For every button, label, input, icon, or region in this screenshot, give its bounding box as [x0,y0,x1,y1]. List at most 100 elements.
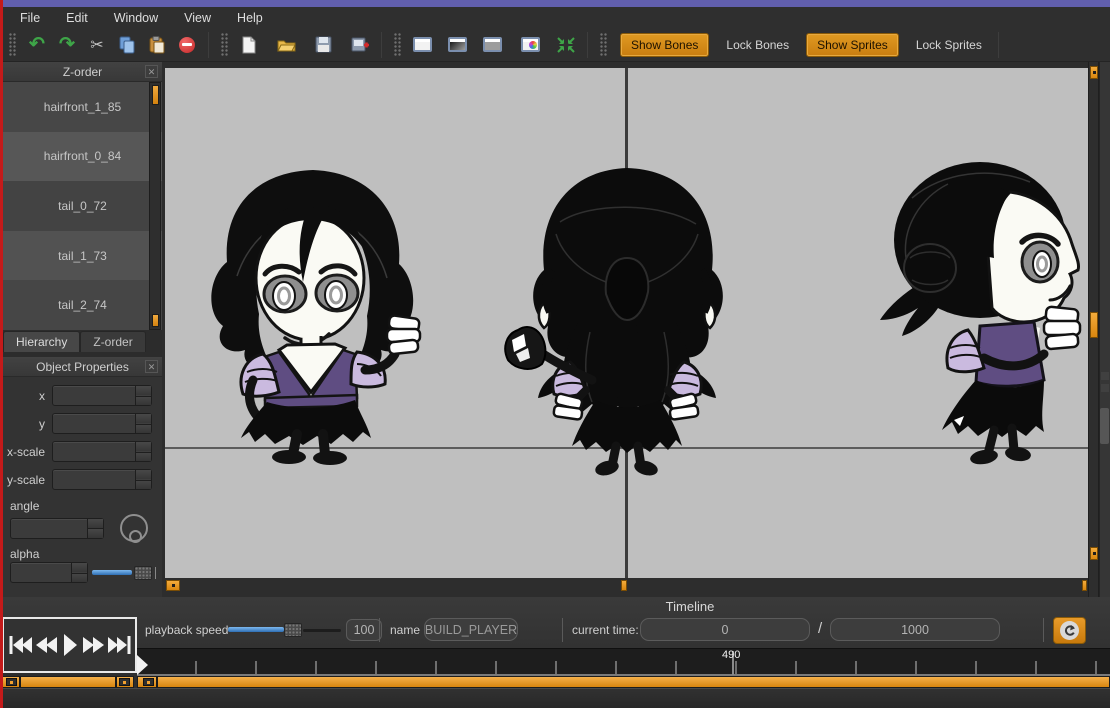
new-file-icon[interactable] [234,32,264,58]
delete-icon[interactable] [172,32,202,58]
right-splitter-strip[interactable] [1099,62,1110,597]
view-window-gray-icon[interactable] [477,32,507,58]
window-title-strip [0,0,1110,7]
zorder-item[interactable]: tail_1_73 [3,231,162,281]
angle-dial[interactable] [120,514,148,542]
canvas-hscroll-center-marker[interactable] [621,580,627,591]
y-scale-input[interactable] [52,469,152,490]
y-input[interactable] [52,413,152,434]
alpha-slider-end [155,567,156,579]
range-handle[interactable] [119,678,130,686]
toolbar-drag-grip[interactable] [600,33,607,57]
open-folder-icon[interactable] [271,32,301,58]
timeline-ruler[interactable]: 490 [137,648,1110,676]
play-button[interactable] [62,633,78,657]
zorder-scrollbar[interactable] [149,82,161,330]
zorder-scrollbar-thumb[interactable] [152,85,159,105]
view-window-color-icon[interactable] [515,32,545,58]
character-sprite-back-view[interactable] [500,162,755,478]
range-handle[interactable] [143,678,154,686]
timeline-main-range-bar[interactable] [137,676,1110,688]
menu-edit[interactable]: Edit [66,11,88,25]
playback-speed-slider-handle[interactable] [284,623,302,637]
paste-icon[interactable] [142,32,172,58]
show-sprites-button[interactable]: Show Sprites [806,33,899,57]
skip-to-start-button[interactable] [8,634,32,656]
object-properties-panel: Object Properties ✕ x y x-scale y-scale … [3,352,162,597]
toolbar-separator [587,32,588,58]
playback-speed-value[interactable]: 100 [346,619,382,641]
view-window-white-icon[interactable] [407,32,437,58]
toolbar-drag-grip[interactable] [394,33,401,57]
canvas-vscroll-bottom-marker[interactable] [1090,547,1098,560]
range-handle[interactable] [6,678,17,686]
object-properties-header[interactable]: Object Properties ✕ [3,357,162,377]
alpha-slider-fill[interactable] [92,570,132,575]
object-properties-title: Object Properties [36,360,129,374]
animation-canvas[interactable] [165,68,1088,578]
fit-view-icon[interactable] [551,32,581,58]
x-input[interactable] [52,385,152,406]
tab-zorder[interactable]: Z-order [80,331,145,352]
toolbar-separator [208,32,209,58]
x-scale-label: x-scale [3,445,45,459]
animation-name-value[interactable]: BUILD_PLAYER [424,618,518,641]
left-panel-tab-bar: Hierarchy Z-order [3,330,162,352]
right-splitter-handle[interactable] [1100,408,1109,444]
angle-input[interactable] [10,518,104,539]
menu-window[interactable]: Window [114,11,158,25]
undo-icon[interactable]: ↶ [22,32,52,58]
skip-to-end-button[interactable] [108,634,132,656]
toolbar-separator [998,32,999,58]
toolbar-drag-grip[interactable] [9,33,16,57]
zorder-panel-header[interactable]: Z-order ✕ [3,62,162,82]
total-time-input[interactable]: 1000 [830,618,1000,641]
canvas-vscroll-thumb[interactable] [1090,312,1098,338]
zorder-item[interactable]: tail_0_72 [3,181,162,231]
right-splitter-notch [1101,372,1109,380]
ruler-ticks [137,661,1110,674]
loop-icon [1060,621,1079,640]
menu-bar: File Edit Window View Help [3,7,1110,28]
playhead-marker[interactable] [137,655,148,675]
cut-icon[interactable]: ✂ [82,32,112,58]
toolbar-drag-grip[interactable] [221,33,228,57]
loop-toggle-button[interactable] [1053,617,1086,644]
fast-forward-button[interactable] [82,634,104,656]
save-icon[interactable] [308,32,338,58]
main-toolbar: ↶ ↷ ✂ [3,28,1110,62]
zorder-scrollbar-end-marker[interactable] [152,314,159,327]
lock-bones-button[interactable]: Lock Bones [726,38,789,52]
character-sprite-front-view[interactable] [197,166,430,466]
canvas-vertical-scrollbar[interactable] [1088,62,1099,597]
lock-sprites-button[interactable]: Lock Sprites [916,38,982,52]
tab-hierarchy[interactable]: Hierarchy [3,331,80,352]
close-icon[interactable]: ✕ [145,360,158,373]
x-scale-input[interactable] [52,441,152,462]
playback-speed-slider-track[interactable] [303,629,341,632]
zorder-item[interactable]: hairfront_1_85 [3,82,162,132]
zorder-item[interactable]: hairfront_0_84 [3,132,162,182]
alpha-slider-handle[interactable] [134,566,152,580]
menu-file[interactable]: File [20,11,40,25]
menu-help[interactable]: Help [237,11,263,25]
view-window-dark-icon[interactable] [442,32,472,58]
canvas-hscroll-right-marker[interactable] [1082,580,1087,591]
alpha-input[interactable] [10,562,88,583]
timeline-left-range-bar[interactable] [2,676,134,688]
toolbar-separator [381,32,382,58]
playback-speed-slider-fill[interactable] [228,627,284,632]
timeline-separator [1043,618,1044,642]
menu-view[interactable]: View [184,11,211,25]
show-bones-button[interactable]: Show Bones [620,33,709,57]
copy-icon[interactable] [112,32,142,58]
rewind-button[interactable] [36,634,58,656]
canvas-vscroll-top-marker[interactable] [1090,66,1098,79]
character-sprite-side-view[interactable] [872,158,1088,465]
canvas-hscroll-left-marker[interactable] [166,580,180,591]
close-icon[interactable]: ✕ [145,65,158,78]
import-image-icon[interactable] [345,32,375,58]
zorder-item[interactable]: tail_2_74 [3,280,162,330]
redo-icon[interactable]: ↷ [52,32,82,58]
current-time-input[interactable]: 0 [640,618,810,641]
